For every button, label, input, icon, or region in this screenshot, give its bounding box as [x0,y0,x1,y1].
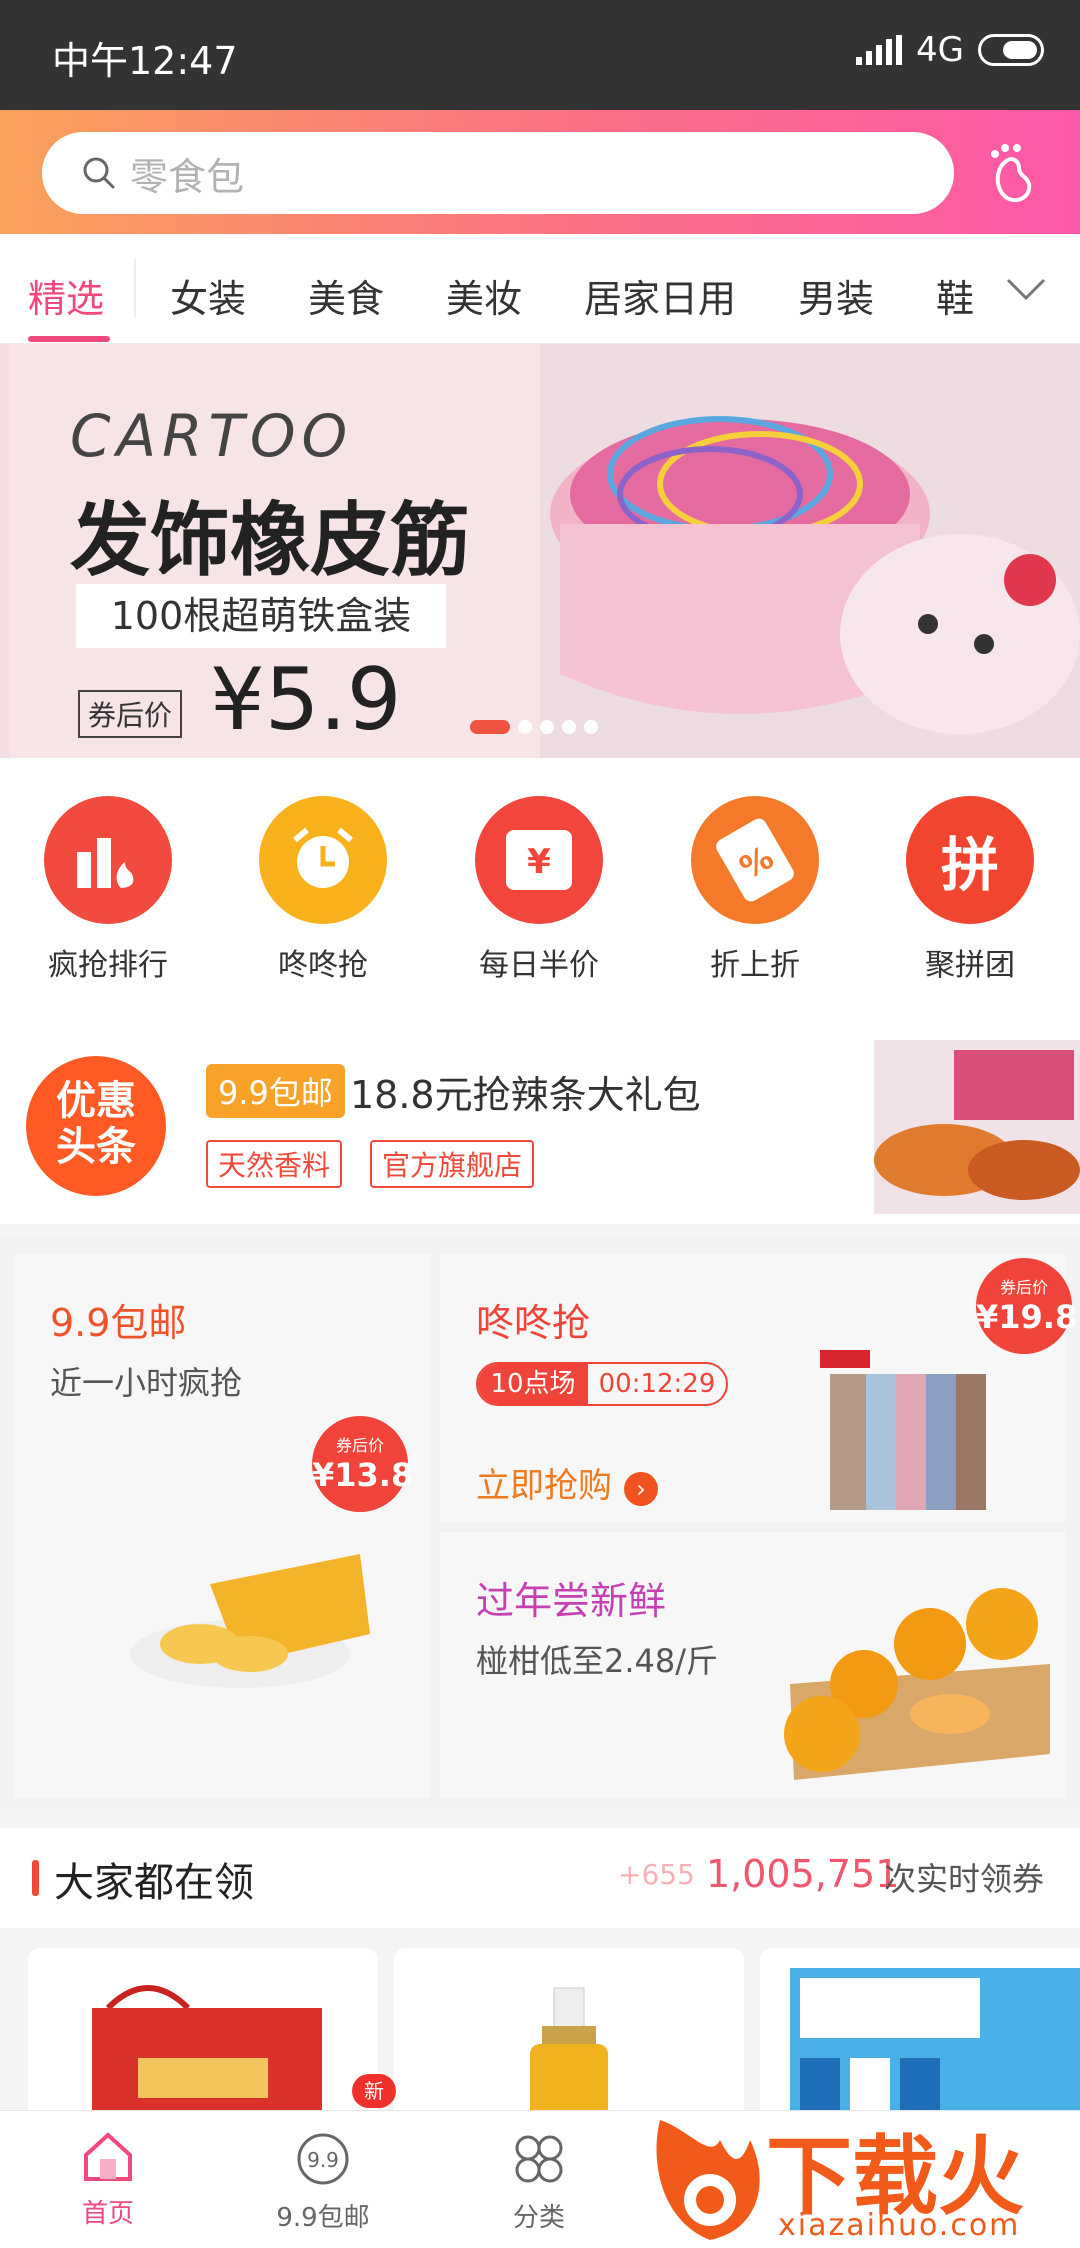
tab-shoes[interactable]: 鞋 [936,268,974,323]
headline-tag: 天然香料 [206,1140,343,1188]
banner-price: ¥5.9 [210,650,402,750]
tab-divider [134,258,136,318]
calendar-yen-icon: ¥ [475,796,603,924]
banner-brand: CARTOO [70,402,354,470]
entry-label: 疯抢排行 [48,948,168,983]
bar-chart-fire-icon [44,796,172,924]
tab-label: 9.9包邮 [276,2203,370,2233]
countdown-value: 00:12:29 [598,1369,716,1399]
entry-label: 聚拼团 [925,948,1015,983]
buy-now-link[interactable]: 立即抢购 › [476,1458,658,1507]
tab-free-shipping[interactable]: 9.9 9.9包邮 [243,2131,403,2234]
tab-category[interactable]: 分类 [459,2131,619,2234]
search-bar[interactable]: 零食包 [42,132,954,214]
banner-product-image [540,344,1080,758]
nine-nine-icon: 9.9 [297,2133,349,2185]
category-tabs: 精选 女装 美食 美妆 居家日用 男装 鞋 [0,234,1080,344]
carousel-dot[interactable] [584,720,598,734]
home-icon [84,2132,132,2181]
status-bar: 中午12:47 4G [0,0,1080,110]
tab-food[interactable]: 美食 [308,268,384,323]
spicy-snack-gift-image [874,1040,1080,1214]
promo-section: 9.9包邮 近一小时疯抢 券后价 ¥13.8 咚咚抢 10点场 00:12:29 … [0,1236,1080,1810]
deal-headline[interactable]: 优惠 头条 9.9包邮 18.8元抢辣条大礼包 天然香料 官方旗舰店 [0,988,1080,1224]
carousel-dots [470,720,598,734]
card-title: 过年尝新鲜 [476,1579,667,1623]
network-type: 4G [916,30,964,70]
banner-subtitle: 100根超萌铁盒装 [76,584,446,648]
tab-beauty[interactable]: 美妆 [446,268,522,323]
entry-extra-discount[interactable]: % 折上折 [675,796,835,984]
active-tab-indicator [28,336,110,342]
entry-hot-ranking[interactable]: 疯抢排行 [28,796,188,984]
signal-icon [856,35,903,65]
coupon-badge: 券后价 ¥13.8 [312,1416,413,1512]
card-subtitle: 椪柑低至2.48/斤 [476,1642,719,1680]
entry-label: 咚咚抢 [278,948,368,983]
tab-featured[interactable]: 精选 [28,268,104,323]
watermark: 下载火 xiazaihuo.com [640,2100,1080,2248]
free-shipping-pill: 9.9包邮 [206,1064,345,1118]
pants-product-image [820,1350,986,1510]
status-time: 中午12:47 [52,39,238,83]
entry-label: 折上折 [710,948,800,983]
carousel-dot[interactable] [518,720,532,734]
search-placeholder: 零食包 [130,154,245,199]
card-subtitle: 近一小时疯抢 [50,1364,243,1402]
promo-banner[interactable]: CARTOO 发饰橡皮筋 100根超萌铁盒装 券后价 ¥5.9 [0,344,1080,758]
coupon-badge: 券后价 ¥19.8 [976,1258,1077,1354]
top-bar: 零食包 [0,110,1080,234]
alarm-clock-icon [259,796,387,924]
chevron-right-icon: › [624,1472,658,1506]
tab-mens[interactable]: 男装 [798,268,874,323]
battery-icon [978,34,1044,66]
quick-entry-grid: 疯抢排行 咚咚抢 ¥ 每日半价 % 折上折 拼 聚拼团 [0,758,1080,988]
carousel-dot[interactable] [562,720,576,734]
hair-tie-tin-image [550,416,1080,734]
new-badge: 新 [352,2074,396,2108]
headline-badge: 优惠 头条 [26,1056,166,1196]
price-tag-percent-icon: % [691,796,819,924]
headline-tag: 官方旗舰店 [370,1140,535,1188]
entry-daily-half-price[interactable]: ¥ 每日半价 [459,796,619,984]
watermark-url: xiazaihuo.com [778,2208,1021,2243]
banner-price-tag: 券后价 [78,690,183,738]
carousel-dot[interactable] [470,720,510,734]
tab-household[interactable]: 居家日用 [584,268,736,323]
banner-title: 发饰橡皮筋 [70,494,470,587]
card-flash-sale[interactable]: 咚咚抢 10点场 00:12:29 立即抢购 › 券后价 ¥19.8 [440,1254,1077,1522]
category-clover-icon [515,2135,563,2183]
banner-text-area: CARTOO 发饰橡皮筋 100根超萌铁盒装 券后价 ¥5.9 [10,344,540,758]
entry-label: 每日半价 [479,948,599,983]
carousel-dot[interactable] [540,720,554,734]
tab-label: 首页 [81,2199,134,2229]
coupon-count: 1,005,751 [706,1852,900,1896]
tab-label: 分类 [512,2203,565,2233]
tab-home[interactable]: 首页 [28,2131,188,2230]
session-label: 10点场 [478,1364,588,1404]
tab-womens[interactable]: 女装 [170,268,246,323]
card-free-shipping[interactable]: 9.9包邮 近一小时疯抢 券后价 ¥13.8 [14,1254,430,1798]
flame-logo-icon [656,2120,760,2240]
card-title: 咚咚抢 [476,1301,591,1345]
chevron-down-icon[interactable] [1004,274,1048,304]
coupon-count-suffix: 次实时领券 [884,1860,1045,1898]
snack-product-image [130,1554,370,1688]
entry-flash-sale[interactable]: 咚咚抢 [243,796,403,984]
pin-group-icon: 拼 [906,796,1034,924]
section-title: 大家都在领 [54,1860,254,1906]
section-marker [32,1860,39,1896]
countdown-timer: 10点场 00:12:29 [476,1362,728,1406]
card-title: 9.9包邮 [50,1301,187,1345]
card-fresh-fruit[interactable]: 过年尝新鲜 椪柑低至2.48/斤 [440,1532,1066,1798]
search-icon [83,157,115,189]
headline-title: 18.8元抢辣条大礼包 [350,1073,701,1117]
section-header: 大家都在领 +655 1,005,751 次实时领券 [0,1828,1080,1928]
coupon-increment: +655 [618,1858,695,1891]
entry-group-buy[interactable]: 拼 聚拼团 [890,796,1050,984]
footprint-icon[interactable] [985,140,1045,206]
svg-text:9.9: 9.9 [307,2148,339,2172]
tangerine-product-image [784,1588,1050,1780]
